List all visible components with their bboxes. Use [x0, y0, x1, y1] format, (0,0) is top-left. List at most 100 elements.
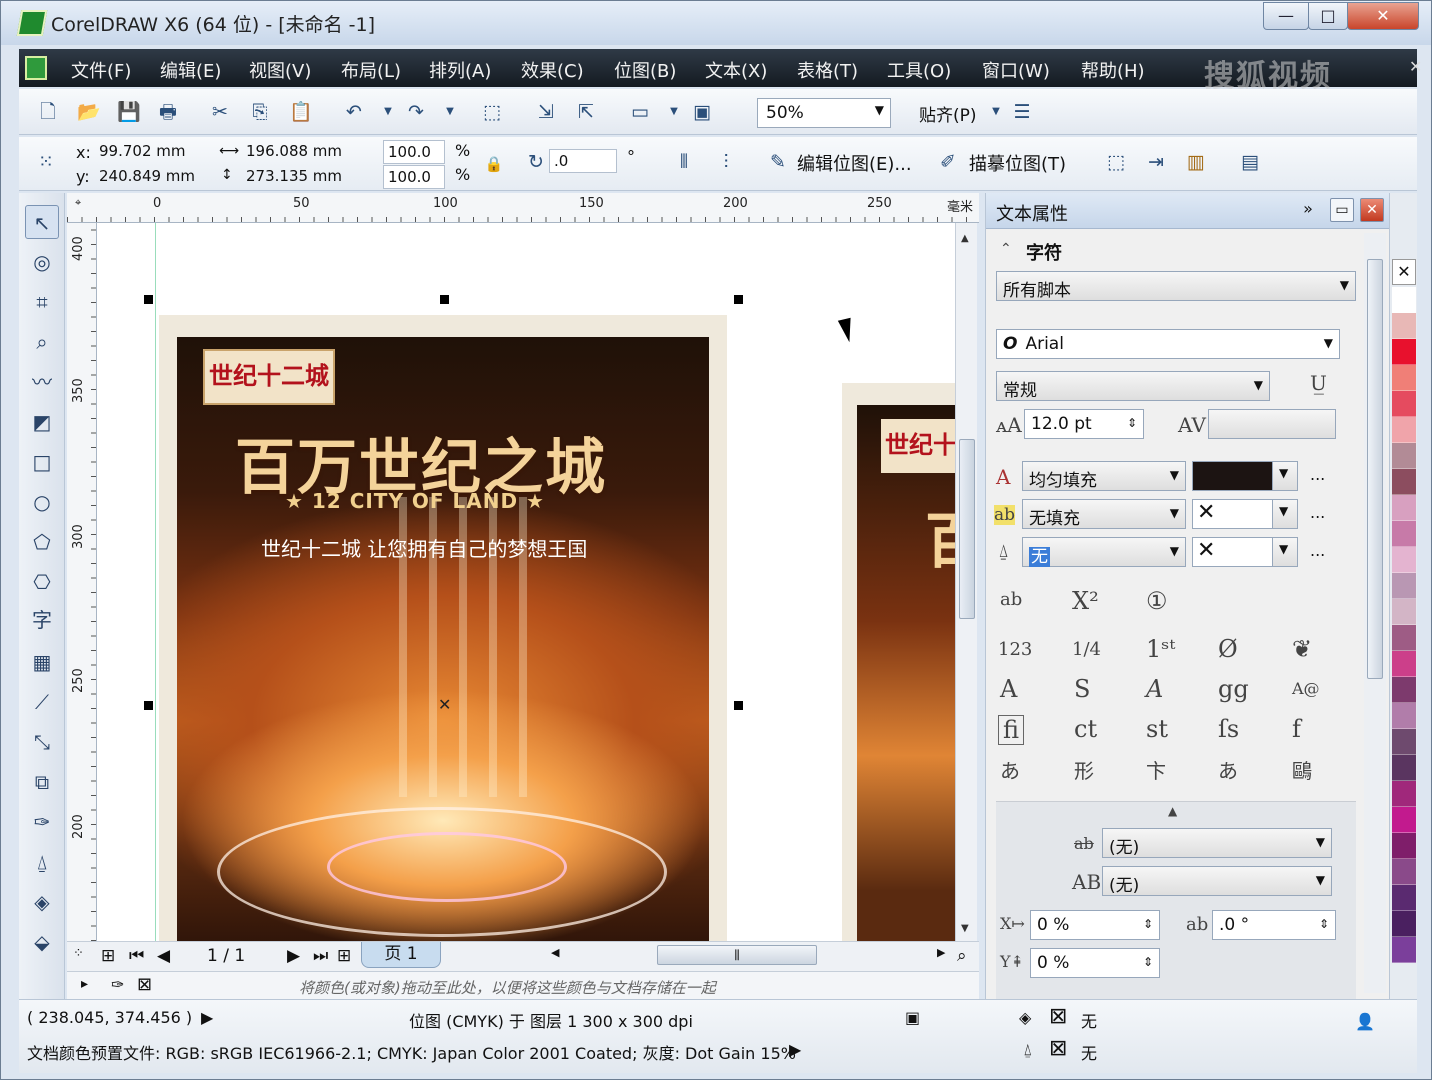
publish-pdf-icon[interactable]: ▭ [629, 101, 651, 123]
kerning-input[interactable] [1208, 409, 1336, 439]
print-icon[interactable]: 🖶 [157, 101, 179, 123]
paste-icon[interactable]: 📋 [289, 101, 313, 123]
outline-color-dropdown-icon[interactable]: ▼ [1272, 537, 1298, 567]
minimize-button[interactable]: — [1263, 2, 1309, 30]
palette-swatch[interactable] [1392, 443, 1416, 469]
open-icon[interactable]: 📂 [77, 101, 101, 123]
font-style-select[interactable]: 常规 ▼ [996, 371, 1270, 401]
vertical-ruler[interactable]: 400 350 300 250 200 [67, 223, 97, 941]
font-select[interactable]: O Arial ▼ [996, 329, 1340, 359]
historical-forms-icon[interactable]: A@ [1292, 679, 1320, 698]
slashed-zero-icon[interactable]: Ø [1218, 635, 1238, 663]
new-icon[interactable]: 🗋 [37, 101, 59, 123]
dimension-tool-icon[interactable]: ⟋ [25, 685, 59, 719]
menu-view[interactable]: 视图(V) [249, 57, 311, 83]
welcome-screen-icon[interactable]: ▣ [691, 101, 713, 123]
cut-icon[interactable]: ✂ [209, 101, 231, 123]
selection-handle[interactable] [734, 295, 743, 304]
x-position-input[interactable]: 99.702 mm [95, 140, 207, 164]
menu-layout[interactable]: 布局(L) [341, 57, 401, 83]
undo-dropdown-icon[interactable]: ▼ [377, 101, 399, 123]
export-icon[interactable]: ⇱ [575, 101, 597, 123]
zoom-navigator-icon[interactable]: ⌕ [957, 946, 967, 966]
redo-dropdown-icon[interactable]: ▼ [439, 101, 461, 123]
basic-shapes-tool-icon[interactable]: ⎔ [25, 565, 59, 599]
copy-icon[interactable]: ⎘ [249, 101, 271, 123]
docker-minimize-button[interactable]: ▭ [1330, 198, 1354, 222]
last-page-icon[interactable]: ⏭ [313, 946, 328, 966]
scroll-down-icon[interactable]: ▼ [961, 923, 969, 934]
palette-swatch[interactable] [1392, 911, 1416, 937]
fractions-icon[interactable]: 1/4 [1072, 639, 1101, 660]
mirror-vertical-icon[interactable]: ⫶ [715, 151, 737, 173]
menu-window[interactable]: 窗口(W) [982, 57, 1050, 83]
close-button[interactable]: ✕ [1347, 2, 1419, 30]
spinner-icon[interactable]: ⇕ [1143, 917, 1153, 931]
y-position-input[interactable]: 240.849 mm [95, 165, 207, 189]
trace-bitmap-button[interactable]: 描摹位图(T) [969, 150, 1066, 176]
horizontal-ruler[interactable]: ⌖ 0 50 100 150 200 250 毫米 [67, 193, 979, 223]
pick-tool-icon[interactable]: ↖ [25, 205, 59, 239]
zoom-tool-icon[interactable]: ⌕ [25, 325, 59, 359]
discretionary-ligatures-icon[interactable]: ct [1074, 715, 1097, 743]
crop-bitmap-icon[interactable]: ⬚ [1105, 151, 1127, 173]
navigator-icon[interactable]: ⁘ [73, 946, 84, 961]
options-icon[interactable]: ☰ [1011, 101, 1033, 123]
jis-forms-icon[interactable]: 鷗 [1292, 755, 1312, 784]
palette-swatch[interactable] [1392, 729, 1416, 755]
palette-swatch[interactable] [1392, 313, 1416, 339]
vertical-kana-icon[interactable]: あ [1000, 755, 1020, 784]
polygon-tool-icon[interactable]: ⬠ [25, 525, 59, 559]
crop-tool-icon[interactable]: ⌗ [25, 285, 59, 319]
palette-swatch[interactable] [1392, 599, 1416, 625]
undo-icon[interactable]: ↶ [343, 101, 365, 123]
palette-swatch[interactable] [1392, 365, 1416, 391]
ordinals-icon[interactable]: 1ˢᵗ [1146, 635, 1175, 663]
palette-swatch[interactable] [1392, 703, 1416, 729]
selection-handle[interactable] [440, 295, 449, 304]
palette-swatch[interactable] [1392, 677, 1416, 703]
blend-tool-icon[interactable]: ⧉ [25, 765, 59, 799]
selection-handle[interactable] [144, 701, 153, 710]
menu-text[interactable]: 文本(X) [705, 57, 767, 83]
canvas-vertical-scrollbar[interactable]: ▲ ▼ [955, 223, 977, 941]
save-icon[interactable]: 💾 [117, 101, 141, 123]
selection-handle[interactable] [734, 701, 743, 710]
next-page-icon[interactable]: ▶ [287, 946, 300, 966]
snap-to-button[interactable]: 贴齐(P) [919, 101, 977, 126]
docker-scroll-thumb[interactable] [1367, 259, 1383, 679]
rectangle-tool-icon[interactable]: □ [25, 445, 59, 479]
freehand-tool-icon[interactable]: 〰 [25, 365, 59, 399]
application-launcher-dropdown-icon[interactable]: ▼ [663, 101, 685, 123]
palette-swatch[interactable] [1392, 885, 1416, 911]
spinner-icon[interactable]: ⇕ [1127, 416, 1137, 430]
caps-select[interactable]: (无) ▼ [1102, 866, 1332, 896]
shape-tool-icon[interactable]: ◎ [25, 245, 59, 279]
search-content-icon[interactable]: ⬚ [481, 101, 503, 123]
spinner-icon[interactable]: ⇕ [1143, 955, 1153, 969]
palette-swatch[interactable] [1392, 573, 1416, 599]
character-angle-input[interactable]: .0 ° ⇕ [1212, 910, 1336, 940]
background-settings-button[interactable]: ... [1310, 503, 1325, 522]
stylistic-set-icon[interactable]: f [1292, 715, 1301, 743]
user-icon[interactable]: 👤 [1355, 1012, 1375, 1031]
menu-bitmaps[interactable]: 位图(B) [614, 57, 676, 83]
background-color-swatch[interactable]: ✕ [1192, 499, 1284, 529]
scroll-thumb[interactable] [959, 439, 975, 619]
profile-expand-icon[interactable]: ▶ [789, 1040, 801, 1059]
width-input[interactable]: 196.088 mm [242, 140, 362, 164]
stylistic-alternates-icon[interactable]: A [1146, 675, 1163, 703]
status-expand-icon[interactable]: ▶ [201, 1008, 213, 1027]
fill-color-swatch[interactable] [1192, 461, 1284, 491]
color-palette[interactable]: ✕ [1389, 193, 1417, 999]
spinner-icon[interactable]: ⇕ [1319, 917, 1329, 931]
lock-ratio-icon[interactable]: 🔒 [483, 153, 505, 175]
swash-icon[interactable]: S [1074, 675, 1090, 703]
ruby-icon[interactable]: 卞 [1146, 755, 1166, 784]
horizontal-scroll-thumb[interactable]: ⫼ [657, 945, 817, 965]
lining-figures-icon[interactable]: 123 [998, 639, 1032, 660]
fill-color-dropdown-icon[interactable]: ▼ [1272, 461, 1298, 491]
collapse-icon[interactable]: ▲ [1168, 804, 1177, 818]
mirror-horizontal-icon[interactable]: ⫴ [673, 151, 695, 173]
fill-type-select[interactable]: 均匀填充 ▼ [1022, 461, 1186, 491]
